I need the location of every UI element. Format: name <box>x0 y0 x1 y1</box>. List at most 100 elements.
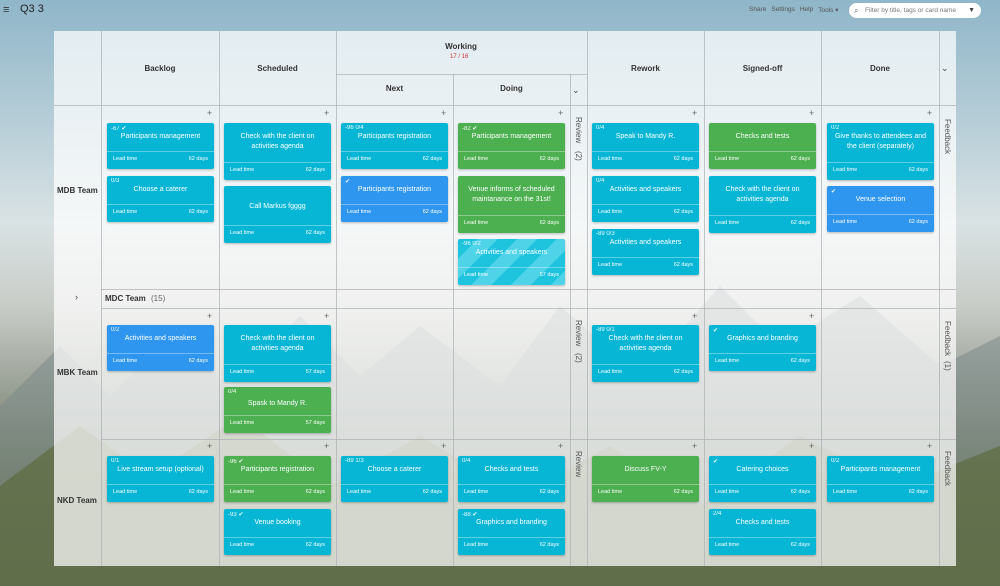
add-card-button[interactable]: + <box>441 441 446 451</box>
feedback-label[interactable]: Feedback <box>943 119 952 154</box>
review-label[interactable]: Review <box>574 451 583 477</box>
card-title: Venue informs of scheduled maintanance o… <box>468 186 555 203</box>
add-card-button[interactable]: + <box>692 441 697 451</box>
card[interactable]: Check with the client on activities agen… <box>709 176 816 233</box>
card-lead-time-label: Lead time <box>230 369 255 375</box>
add-card-button[interactable]: + <box>927 441 932 451</box>
add-card-button[interactable]: + <box>809 441 814 451</box>
filter-funnel-icon[interactable]: ▼ <box>968 3 975 18</box>
card-days: 62 days <box>790 358 810 364</box>
card[interactable]: 2/4 Checks and tests Lead time 62 days <box>709 509 816 555</box>
column-next[interactable]: Next <box>336 84 453 93</box>
card-title: Graphics and branding <box>727 335 798 342</box>
card[interactable]: 0/4 Checks and tests Lead time 62 days <box>458 456 565 502</box>
column-backlog[interactable]: Backlog <box>101 64 219 73</box>
card[interactable]: ✔ Catering choices Lead time 62 days <box>709 456 816 502</box>
card[interactable]: -89 1/3 Choose a caterer Lead time 62 day… <box>341 456 448 502</box>
card[interactable]: 0/2 Participants management Lead time 62 … <box>827 456 934 502</box>
add-card-button[interactable]: + <box>207 108 212 118</box>
add-card-button[interactable]: + <box>809 311 814 321</box>
filter-input[interactable]: ⌕ Filter by title, tags or card name ▼ <box>849 3 981 18</box>
card[interactable]: -89 0/1 Check with the client on activit… <box>592 325 699 382</box>
add-card-button[interactable]: + <box>207 441 212 451</box>
card[interactable]: ✔ Venue selection Lead time 62 days <box>827 186 934 232</box>
card[interactable]: ✔ Graphics and branding Lead time 62 days <box>709 325 816 371</box>
column-signed-off[interactable]: Signed-off <box>704 64 821 73</box>
lane-mdc[interactable]: MDC Team <box>105 294 146 303</box>
column-rework[interactable]: Rework <box>587 64 704 73</box>
lane-mdb[interactable]: MDB Team <box>57 186 98 195</box>
card[interactable]: 0/4 Speak to Mandy R. Lead time 62 days <box>592 123 699 169</box>
card-days: 62 days <box>422 156 442 162</box>
card-days: 62 days <box>790 489 810 495</box>
card-days: 62 days <box>188 358 208 364</box>
card[interactable]: 0/3 Choose a caterer Lead time 62 days <box>107 176 214 222</box>
card[interactable]: 0/2 Give thanks to attendees and the cli… <box>827 123 934 180</box>
column-scheduled[interactable]: Scheduled <box>219 64 336 73</box>
feedback-count: (1) <box>943 361 952 371</box>
card[interactable]: -96 0/4 Participants registration Lead t… <box>341 123 448 169</box>
add-card-button[interactable]: + <box>558 441 563 451</box>
add-card-button[interactable]: + <box>927 108 932 118</box>
add-card-button[interactable]: + <box>809 108 814 118</box>
add-card-button[interactable]: + <box>441 108 446 118</box>
card[interactable]: 0/4 Activities and speakers Lead time 62 … <box>592 176 699 222</box>
doing-chevron-down-icon[interactable]: ⌄ <box>572 85 580 96</box>
done-chevron-down-icon[interactable]: ⌄ <box>941 63 949 74</box>
card-days: 62 days <box>188 156 208 162</box>
card-title: Participants management <box>471 133 552 140</box>
review-label[interactable]: Review <box>574 117 583 143</box>
card-days: 62 days <box>188 489 208 495</box>
card[interactable]: -89 0/3 Activities and speakers Lead tim… <box>592 229 699 275</box>
add-card-button[interactable]: + <box>558 108 563 118</box>
card-title: Check with the client on activities agen… <box>240 335 315 352</box>
card[interactable]: Discuss FV-Y Lead time 62 days <box>592 456 699 502</box>
card[interactable]: Call Markus fgggg Lead time 62 days <box>224 186 331 243</box>
lane-mbk[interactable]: MBK Team <box>57 368 98 377</box>
column-doing[interactable]: Doing <box>453 84 570 93</box>
share-link[interactable]: Share <box>749 6 766 14</box>
card[interactable]: 0/4 Spask to Mandy R. Lead time 57 days <box>224 387 331 433</box>
column-done[interactable]: Done <box>821 64 939 73</box>
card[interactable]: -67 ✔ Participants management Lead time 6… <box>107 123 214 169</box>
add-card-button[interactable]: + <box>324 441 329 451</box>
card-meta: 0/4 <box>596 125 605 131</box>
card-days: 62 days <box>305 230 325 236</box>
tools-menu[interactable]: Tools ▾ <box>818 6 838 14</box>
add-card-button[interactable]: + <box>692 108 697 118</box>
lane-expand-chevron-icon[interactable]: › <box>75 292 78 302</box>
card[interactable]: -96 0/2 Activities and speakers Lead tim… <box>458 239 565 285</box>
lane-nkd[interactable]: NKD Team <box>57 496 97 505</box>
card[interactable]: 0/2 Activities and speakers Lead time 62 … <box>107 325 214 371</box>
column-working[interactable]: Working <box>336 42 586 51</box>
card[interactable]: Checks and tests Lead time 62 days <box>709 123 816 169</box>
add-card-button[interactable]: + <box>324 108 329 118</box>
add-card-button[interactable]: + <box>207 311 212 321</box>
card[interactable]: -93 ✔ Venue booking Lead time 62 days <box>224 509 331 555</box>
card[interactable]: Check with the client on activities agen… <box>224 325 331 382</box>
card[interactable]: 0/1 Live stream setup (optional) Lead ti… <box>107 456 214 502</box>
card-lead-time-label: Lead time <box>347 489 372 495</box>
card[interactable]: -96 ✔ Participants registration Lead tim… <box>224 456 331 502</box>
card-lead-time-label: Lead time <box>113 358 138 364</box>
card-title: Checks and tests <box>484 466 539 473</box>
review-label[interactable]: Review <box>574 320 583 346</box>
feedback-label[interactable]: Feedback <box>943 451 952 486</box>
card[interactable]: -82 ✔ Participants management Lead time 6… <box>458 123 565 169</box>
card[interactable]: ✔ Participants registration Lead time 62 … <box>341 176 448 222</box>
card[interactable]: -88 ✔ Graphics and branding Lead time 62 … <box>458 509 565 555</box>
review-count: (2) <box>574 353 583 363</box>
card-lead-time-label: Lead time <box>113 489 138 495</box>
feedback-label[interactable]: Feedback <box>943 321 952 356</box>
hamburger-icon[interactable]: ≡ <box>3 4 9 16</box>
card-days: 57 days <box>305 420 325 426</box>
card-title: Spask to Mandy R. <box>247 400 308 407</box>
card-title: Venue booking <box>254 519 301 526</box>
add-card-button[interactable]: + <box>692 311 697 321</box>
settings-link[interactable]: Settings <box>771 6 795 14</box>
card-meta: ✔ <box>713 328 719 334</box>
help-link[interactable]: Help <box>800 6 813 14</box>
card[interactable]: Check with the client on activities agen… <box>224 123 331 180</box>
card[interactable]: Venue informs of scheduled maintanance o… <box>458 176 565 233</box>
add-card-button[interactable]: + <box>324 311 329 321</box>
